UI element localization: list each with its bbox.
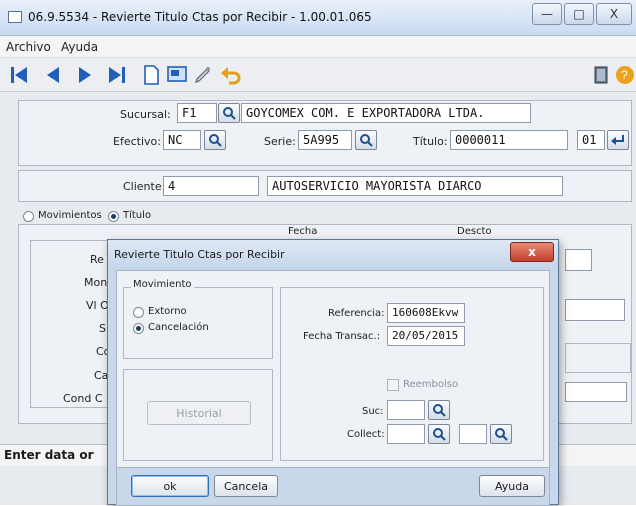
new-document-icon[interactable] [138,62,164,88]
right-field-2[interactable] [565,299,625,321]
last-record-icon[interactable] [104,62,130,88]
search-icon [495,428,508,441]
referencia-label: Referencia: [328,308,385,319]
efectivo-input[interactable]: NC [163,130,201,150]
toolbar: ? [0,58,636,92]
app-icon [8,11,22,23]
collect-store-input[interactable] [459,424,487,444]
efectivo-search-button[interactable] [204,130,226,150]
enter-arrow-icon [611,135,624,145]
collect-label: Collect: [347,429,385,440]
titulo-input[interactable]: 0000011 [450,130,568,150]
serie-input[interactable]: 5A995 [298,130,352,150]
extorno-radio[interactable] [133,307,144,318]
menu-archivo[interactable]: Archivo [6,40,51,54]
status-text: Enter data or [4,448,94,462]
first-record-icon[interactable] [6,62,32,88]
svg-text:?: ? [621,68,628,82]
undo-icon[interactable] [218,62,244,88]
left-label-mon: Mon [84,276,108,289]
previous-record-icon[interactable] [40,62,66,88]
search-icon [209,134,222,147]
search-icon [360,134,373,147]
sucursal-input[interactable]: F1 [177,103,217,123]
collect-search-button[interactable] [428,424,450,444]
menubar: Archivo Ayuda [0,36,636,58]
fecha-transac-input[interactable]: 20/05/2015 [387,326,465,346]
suc-label: Suc: [362,406,384,417]
collect-input[interactable] [387,424,425,444]
right-field-1[interactable] [565,249,592,271]
minimize-button[interactable]: — [532,3,562,25]
titulo-part-input[interactable]: 01 [577,130,605,150]
col-descto: Descto [457,226,492,237]
reembolso-label: Reembolso [403,379,459,390]
collect-store-search-button[interactable] [490,424,512,444]
window-titlebar: 06.9.5534 - Revierte Titulo Ctas por Rec… [0,0,636,36]
cancelacion-label: Cancelación [148,322,209,333]
movimientos-label: Movimientos [38,210,102,221]
left-label-re: Re [90,253,104,266]
ayuda-button[interactable]: Ayuda [479,475,545,497]
right-field-4[interactable] [565,382,627,402]
cancela-button[interactable]: Cancela [214,475,278,497]
window-title: 06.9.5534 - Revierte Titulo Ctas por Rec… [28,10,372,24]
serie-search-button[interactable] [355,130,377,150]
sucursal-label: Sucursal: [120,108,171,121]
fecha-transac-label: Fecha Transac.: [303,331,381,342]
ok-button[interactable]: ok [131,475,209,497]
efectivo-label: Efectivo: [113,135,161,148]
search-icon [433,404,446,417]
sucursal-search-button[interactable] [218,103,240,123]
reembolso-checkbox[interactable] [387,379,399,391]
col-fecha: Fecha [288,226,318,237]
right-field-3 [565,343,631,373]
revierte-dialog: Revierte Titulo Ctas por Recibir x Movim… [107,239,559,506]
cliente-name-field: AUTOSERVICIO MAYORISTA DIARCO [267,176,563,196]
search-icon [223,107,236,120]
cancelacion-radio[interactable] [133,323,144,334]
exit-door-icon[interactable] [588,62,614,88]
menu-ayuda[interactable]: Ayuda [61,40,98,54]
movimiento-legend: Movimiento [131,279,194,290]
titulo-label: Título: [413,135,448,148]
help-icon[interactable]: ? [614,62,636,88]
maximize-button[interactable]: □ [564,3,594,25]
close-window-button[interactable]: X [596,3,632,25]
edit-pen-icon[interactable] [190,62,216,88]
cliente-label: Cliente: [123,180,166,193]
suc-input[interactable] [387,400,425,420]
enter-button[interactable] [607,130,629,150]
cliente-input[interactable]: 4 [163,176,259,196]
historial-button[interactable]: Historial [147,401,251,425]
dialog-title: Revierte Titulo Ctas por Recibir [114,248,285,261]
titulo-radio[interactable] [108,211,119,222]
dialog-titlebar: Revierte Titulo Ctas por Recibir x [108,240,558,270]
view-icon[interactable] [164,62,190,88]
titulo-radio-label: Título [123,210,152,221]
movimientos-radio[interactable] [23,211,34,222]
dialog-close-button[interactable]: x [510,242,554,262]
serie-label: Serie: [264,135,296,148]
left-label-s: S [99,322,106,335]
next-record-icon[interactable] [72,62,98,88]
referencia-input[interactable]: 160608Ekvw [387,303,465,323]
sucursal-name-field: GOYCOMEX COM. E EXPORTADORA LTDA. [241,103,531,123]
search-icon [433,428,446,441]
suc-search-button[interactable] [428,400,450,420]
dialog-body: Movimiento Extorno Cancelación Historial… [116,270,550,506]
extorno-label: Extorno [148,306,187,317]
left-label-cond: Cond C [63,392,103,405]
